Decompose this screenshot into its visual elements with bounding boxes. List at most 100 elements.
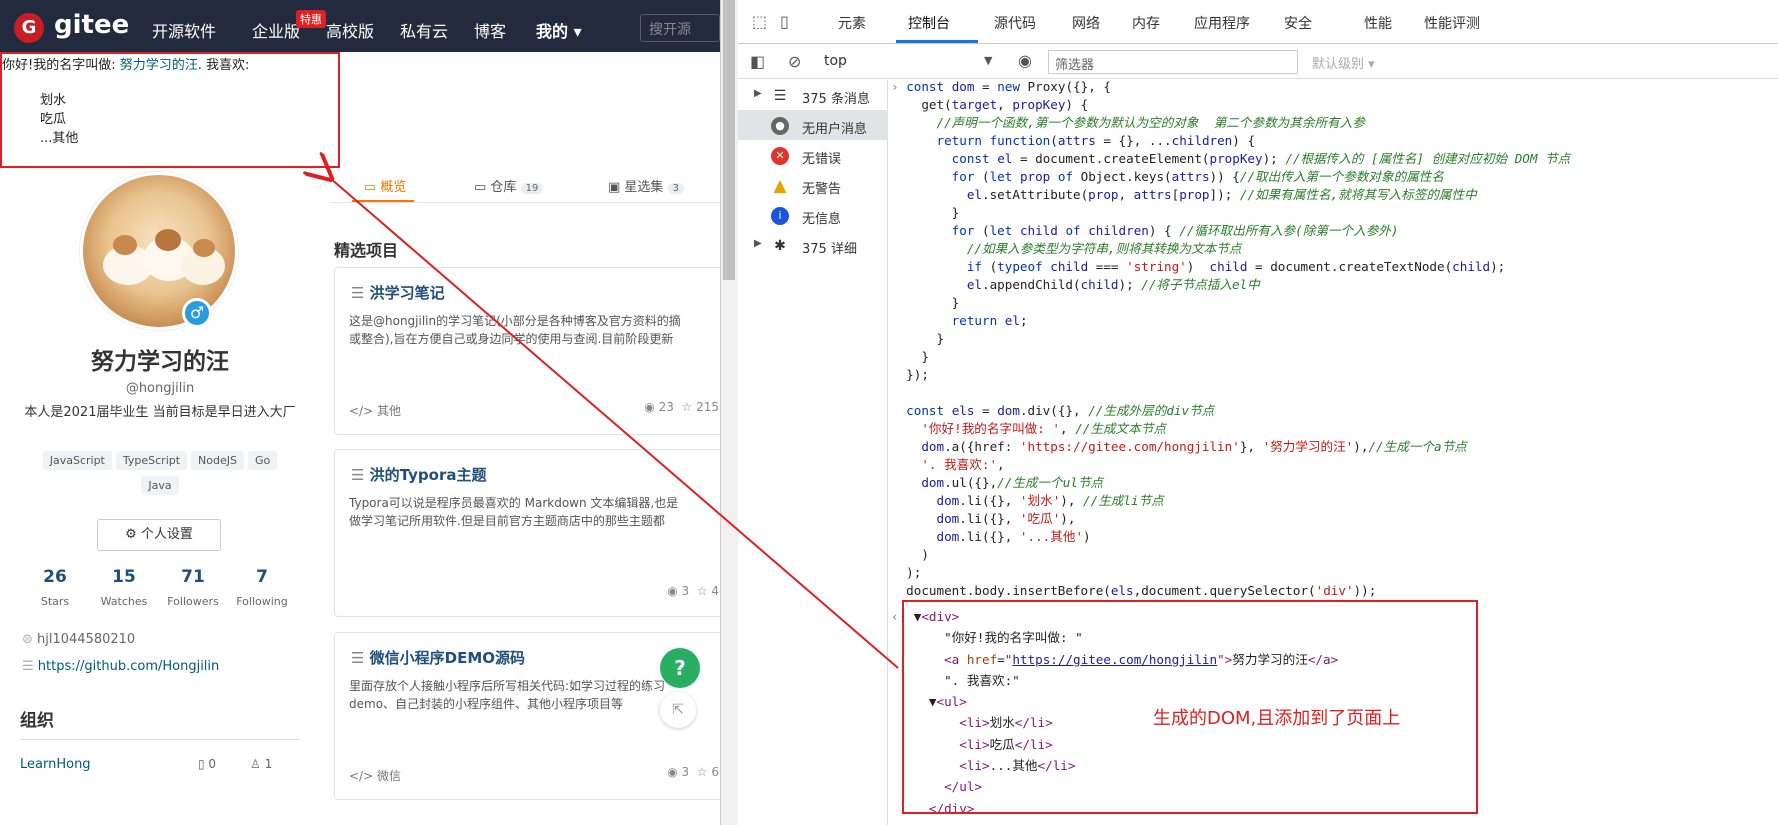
project-title[interactable]: ☰ 微信小程序DEMO源码: [351, 647, 525, 668]
org-members: ♙ 1: [250, 757, 273, 771]
project-title[interactable]: ☰ 洪学习笔记: [351, 282, 445, 303]
nav-open-source[interactable]: 开源软件: [152, 18, 216, 42]
help-button[interactable]: ?: [660, 648, 700, 688]
star-icon: ☆: [696, 765, 712, 779]
bug-icon: ✱: [774, 238, 786, 254]
star-icon: ☆: [696, 584, 712, 598]
devtools-tabbar: ⬚ ▯ 元素 控制台 源代码 网络 内存 应用程序 安全 性能 性能评测: [738, 0, 1778, 44]
eye-icon: ◉: [667, 584, 682, 598]
sidebar-item-verbose[interactable]: ▶ ✱ 375 详细: [738, 230, 888, 260]
tab-overview[interactable]: ▭ 概览: [364, 176, 406, 195]
skill-tags: JavaScript TypeScript NodeJS Go Java: [30, 448, 290, 498]
repo-icon: ▭: [474, 180, 491, 195]
nav-private-cloud[interactable]: 私有云: [400, 18, 448, 42]
hot-badge: 特惠: [296, 10, 326, 28]
scroll-thumb[interactable]: [723, 0, 735, 280]
tab-memory[interactable]: 内存: [1132, 13, 1160, 33]
live-expression-eye-icon[interactable]: ◉: [1018, 51, 1032, 70]
org-name[interactable]: LearnHong: [20, 757, 91, 772]
tab-console[interactable]: 控制台: [908, 13, 950, 33]
nav-mine[interactable]: 我的 ▾: [536, 18, 582, 42]
code-icon: </>: [349, 769, 377, 783]
sidebar-item-user-messages[interactable]: ● 无用户消息: [738, 110, 888, 140]
profile-bio: 本人是2021届毕业生 当前目标是早日进入大厂: [24, 405, 296, 420]
stat-following[interactable]: 7 Following: [227, 567, 297, 608]
skill-tag[interactable]: JavaScript: [42, 451, 112, 470]
collection-icon: ▣: [608, 180, 625, 195]
project-title[interactable]: ☰ 洪的Typora主题: [351, 464, 486, 485]
eye-icon: ◉: [644, 400, 659, 414]
search-input[interactable]: 搜开源: [640, 14, 720, 42]
skill-tag[interactable]: TypeScript: [115, 451, 188, 470]
active-tab-indicator: [896, 40, 978, 43]
skill-tag[interactable]: Java: [141, 476, 179, 495]
settings-button[interactable]: ⚙ 个人设置: [97, 519, 221, 551]
nav-blog[interactable]: 博客: [474, 18, 506, 42]
project-lang: </> 微信: [349, 769, 401, 783]
skill-tag[interactable]: Go: [247, 451, 278, 470]
nav-university[interactable]: 高校版: [326, 18, 374, 42]
share-icon[interactable]: ⇱: [660, 692, 696, 728]
log-level-select[interactable]: 默认级别 ▾: [1312, 53, 1375, 72]
annotation-box-page: [0, 52, 340, 168]
list-icon: ☰: [773, 88, 787, 104]
page-scrollbar[interactable]: [720, 0, 738, 825]
console-code: › const dom = new Proxy({}, { get(target…: [891, 79, 1571, 598]
github-row[interactable]: ☰ https://github.com/Hongjilin: [22, 659, 219, 674]
tab-security[interactable]: 安全: [1284, 13, 1312, 33]
tab-repos[interactable]: ▭ 仓库 19: [474, 176, 544, 195]
list-icon: ☰: [351, 284, 370, 302]
gitee-navbar: G gitee 开源软件 企业版 特惠 高校版 私有云 博客 我的 ▾ 搜开源: [0, 0, 720, 52]
project-desc: Typora可以说是程序员最喜欢的 Markdown 文本编辑器,也是 做学习笔记…: [349, 496, 679, 528]
list-icon: ☰: [351, 649, 370, 667]
stat-stars[interactable]: 26 Stars: [20, 567, 90, 608]
tab-network[interactable]: 网络: [1072, 13, 1100, 33]
tab-performance[interactable]: 性能: [1364, 13, 1392, 33]
chevron-down-icon[interactable]: ▼: [984, 54, 992, 67]
tab-collections[interactable]: ▣ 星选集 3: [608, 176, 684, 195]
sidebar-item-warnings[interactable]: ▲ 无警告: [738, 170, 888, 200]
expand-arrow-icon: ▶: [754, 238, 762, 249]
avatar[interactable]: [80, 172, 238, 330]
console-sidebar: ▶ ☰ 375 条消息 ● 无用户消息 ✕ 无错误 ▲ 无警告 i 无信息 ▶ ✱ 375 详细: [738, 80, 888, 825]
gitee-logo-icon[interactable]: G: [14, 13, 44, 43]
tab-sources[interactable]: 源代码: [994, 13, 1036, 33]
rss-icon: ☰: [22, 659, 38, 674]
sidebar-item-info[interactable]: i 无信息: [738, 200, 888, 230]
skill-tag[interactable]: NodeJS: [191, 451, 244, 470]
project-card[interactable]: ☰ 洪学习笔记 这是@hongjilin的学习笔记(小部分是各种博客及官方资料的…: [334, 267, 720, 435]
overview-icon: ▭: [364, 180, 381, 195]
github-link[interactable]: https://github.com/Hongjilin: [38, 659, 219, 674]
tab-lighthouse[interactable]: 性能评测: [1424, 13, 1480, 33]
filter-input[interactable]: 筛选器: [1048, 50, 1298, 74]
code-icon: </>: [349, 404, 377, 418]
sidebar-item-messages[interactable]: ▶ ☰ 375 条消息: [738, 80, 888, 110]
info-icon: i: [771, 207, 789, 225]
annotation-note: 生成的DOM,且添加到了页面上: [1153, 708, 1401, 729]
featured-title: 精选项目: [334, 241, 399, 260]
project-card[interactable]: ☰ 洪的Typora主题 Typora可以说是程序员最喜欢的 Markdown …: [334, 449, 720, 617]
gitee-logo-text[interactable]: gitee: [54, 10, 129, 40]
sidebar-item-errors[interactable]: ✕ 无错误: [738, 140, 888, 170]
tab-divider: [330, 202, 720, 203]
stat-watches[interactable]: 15 Watches: [89, 567, 159, 608]
star-icon: ☆: [681, 400, 697, 414]
stat-followers[interactable]: 71 Followers: [158, 567, 228, 608]
inspect-icon[interactable]: ⬚: [752, 12, 767, 31]
profile-username: @hongjilin: [125, 381, 195, 396]
tab-elements[interactable]: 元素: [838, 13, 866, 33]
clear-console-icon[interactable]: ⊘: [788, 52, 801, 71]
user-icon: ●: [771, 117, 789, 135]
gitee-page: G gitee 开源软件 企业版 特惠 高校版 私有云 博客 我的 ▾ 搜开源 …: [0, 0, 720, 825]
nav-enterprise[interactable]: 企业版: [252, 18, 300, 42]
sidebar-toggle-icon[interactable]: ◧: [750, 52, 765, 71]
device-toggle-icon[interactable]: ▯: [780, 12, 789, 31]
project-desc: 这是@hongjilin的学习笔记(小部分是各种博客及官方资料的摘 或整合),旨在…: [349, 314, 681, 346]
context-select[interactable]: top: [824, 53, 847, 69]
tab-application[interactable]: 应用程序: [1194, 13, 1250, 33]
eye-icon: ◉: [667, 765, 682, 779]
devtools-panel: ⬚ ▯ 元素 控制台 源代码 网络 内存 应用程序 安全 性能 性能评测 ◧ ⊘…: [738, 0, 1778, 825]
wechat-icon: ⊜: [22, 632, 38, 647]
male-icon: ♂: [182, 298, 212, 328]
wechat-row: ⊜ hjl1044580210: [22, 632, 135, 647]
